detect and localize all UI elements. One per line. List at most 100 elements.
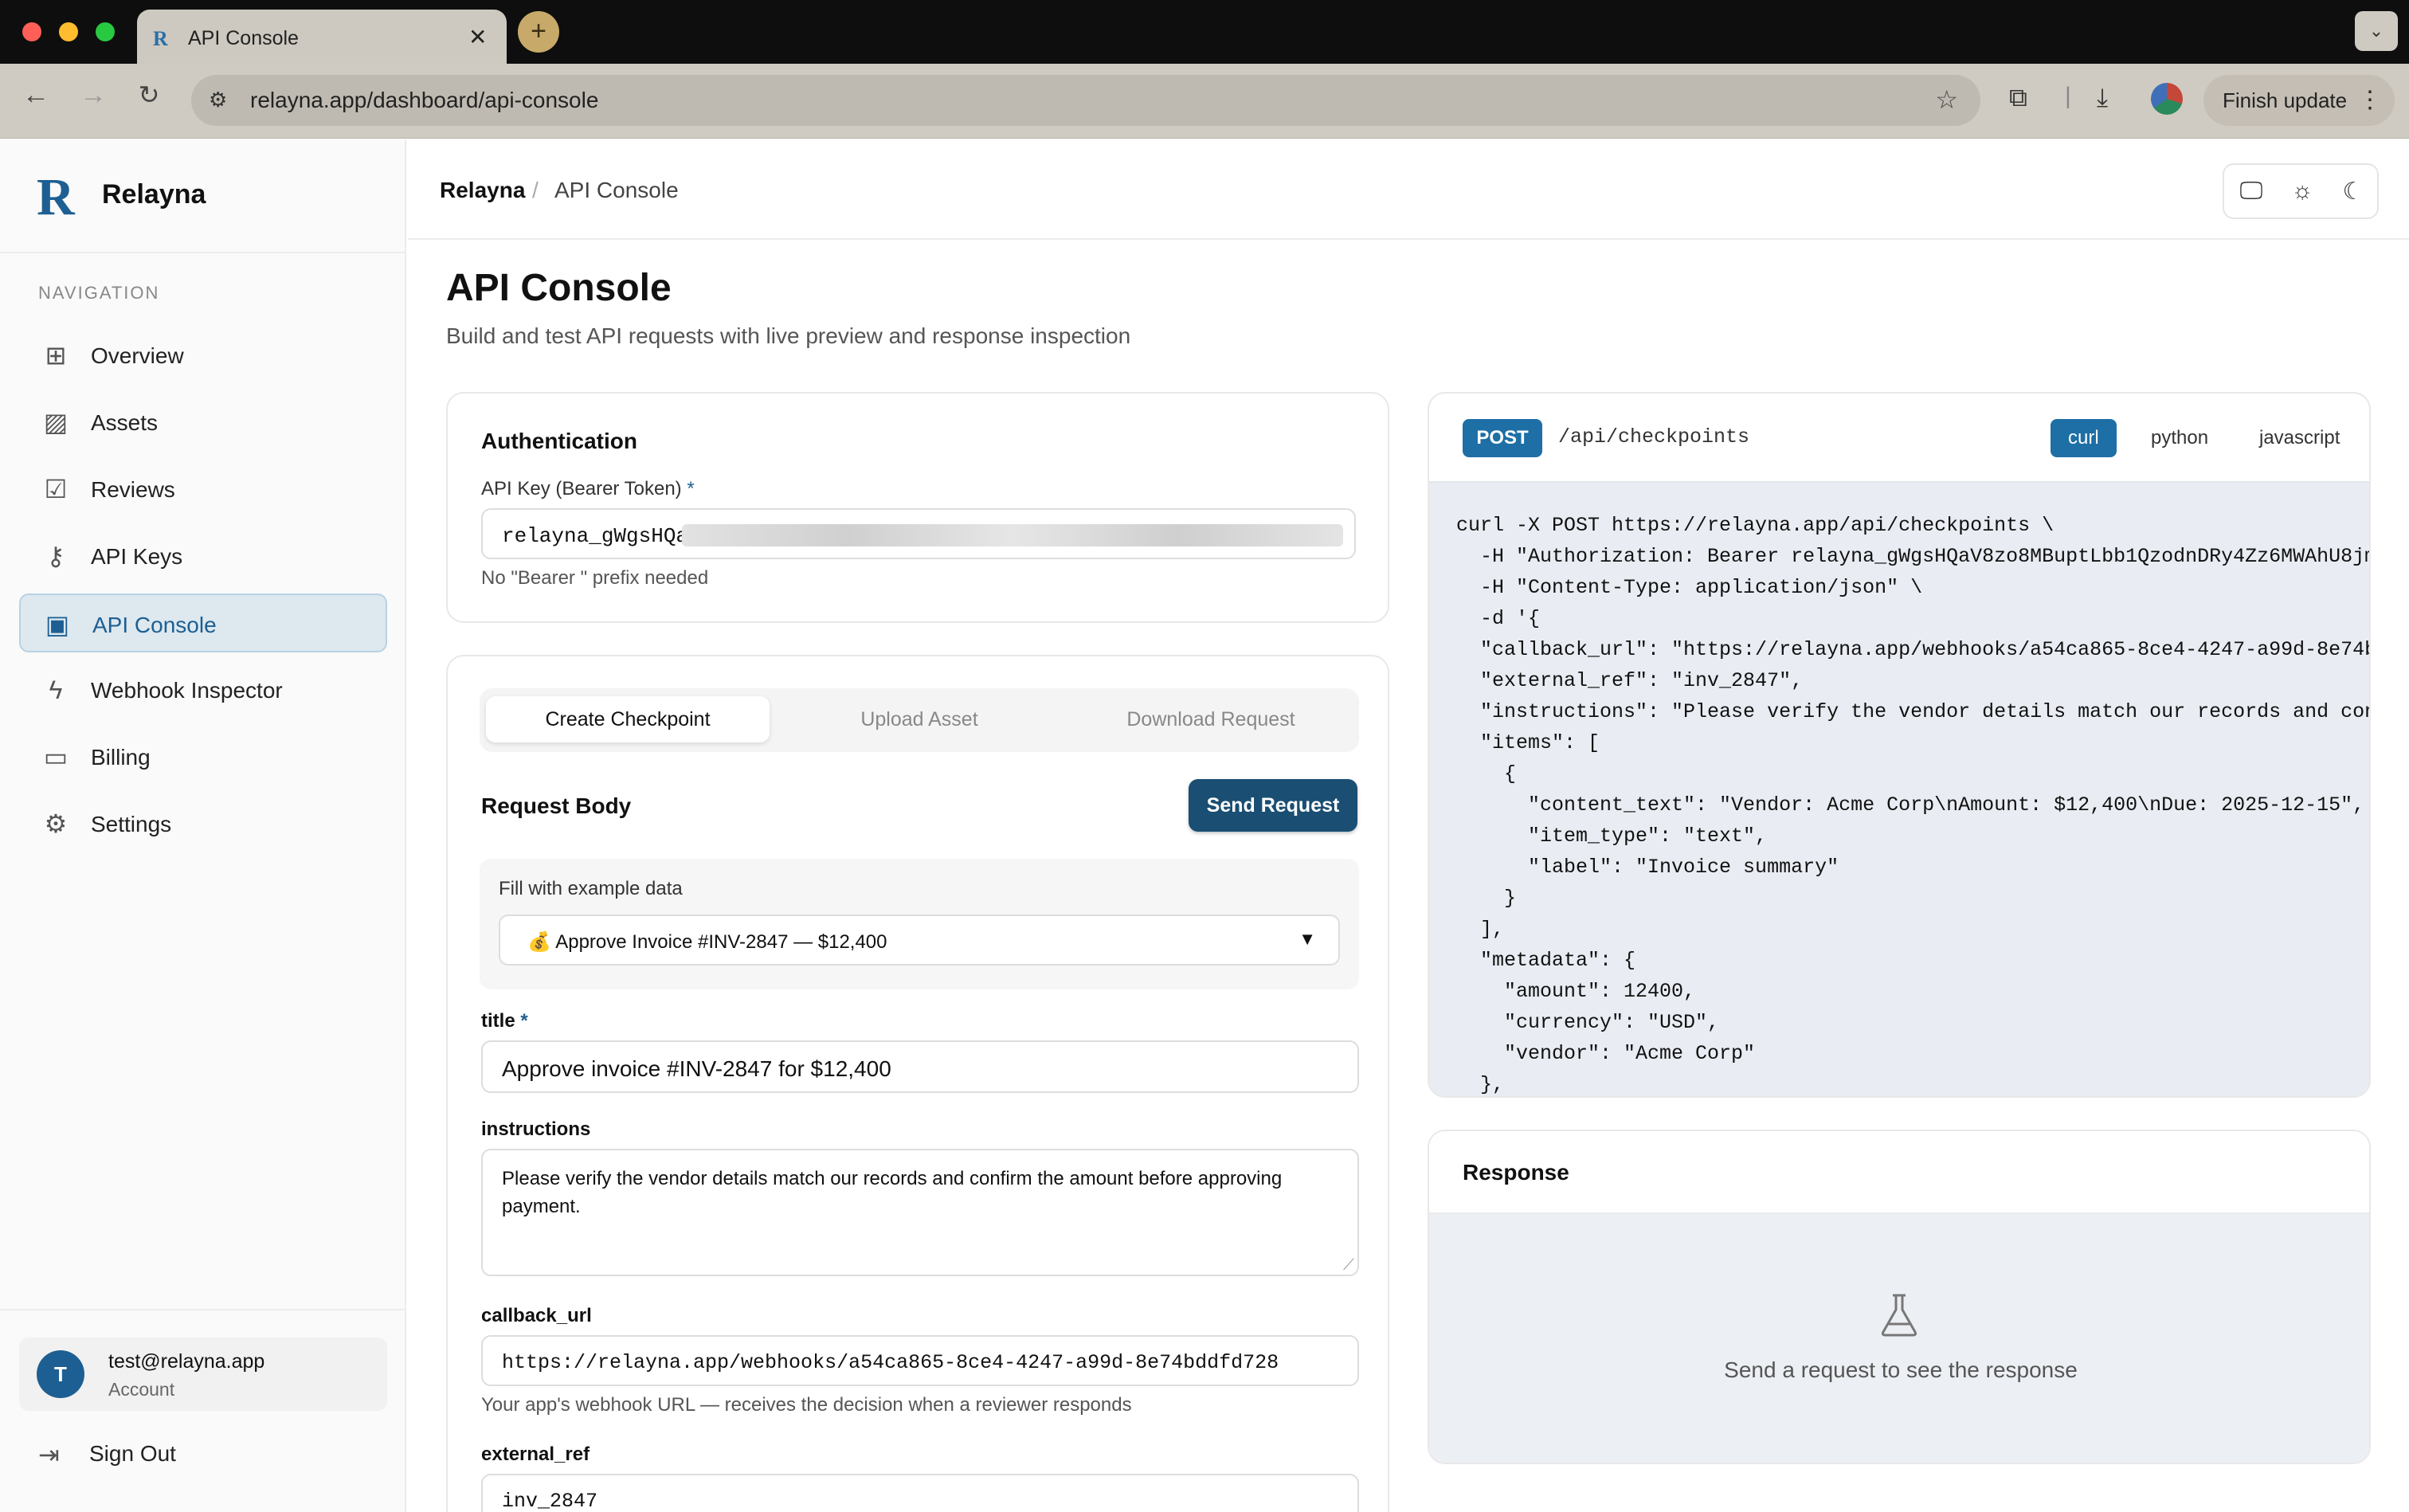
- extensions-icon[interactable]: ⧉: [2009, 83, 2027, 113]
- callback-url-hint: Your app's webhook URL — receives the de…: [481, 1394, 1132, 1416]
- page-header: Relayna / API Console 🖵 ☼ ☾: [408, 139, 2409, 240]
- close-window-button[interactable]: [22, 22, 41, 41]
- flask-icon: [1881, 1294, 1917, 1337]
- sidebar-item-api-console[interactable]: ▣ API Console: [19, 593, 387, 652]
- code-line: {: [1456, 762, 1517, 785]
- breadcrumb-current: API Console: [554, 178, 679, 202]
- monitor-icon[interactable]: 🖵: [2235, 178, 2267, 205]
- sidebar-item-label: Reviews: [91, 477, 175, 502]
- finish-update-button[interactable]: Finish update ⋮: [2203, 75, 2395, 126]
- callback-url-input[interactable]: https://relayna.app/webhooks/a54ca865-8c…: [481, 1335, 1359, 1386]
- code-line: "vendor": "Acme Corp": [1456, 1042, 1756, 1065]
- brand-header: R Relayna: [0, 139, 406, 253]
- avatar: T: [37, 1350, 84, 1398]
- sign-out-button[interactable]: ⇥ Sign Out: [38, 1440, 176, 1470]
- lang-tab-javascript[interactable]: javascript: [2242, 419, 2357, 457]
- close-tab-icon[interactable]: ✕: [468, 24, 487, 50]
- api-key-redacted: [682, 524, 1343, 546]
- sidebar-divider: [0, 1309, 406, 1310]
- lang-tab-python[interactable]: python: [2133, 419, 2226, 457]
- api-key-label: API Key (Bearer Token) *: [481, 478, 695, 500]
- back-icon[interactable]: ←: [16, 80, 56, 111]
- code-line: "label": "Invoice summary": [1456, 856, 1839, 879]
- address-bar[interactable]: ⚙ relayna.app/dashboard/api-console ☆: [191, 75, 1980, 126]
- bookmark-star-icon[interactable]: ☆: [1935, 84, 1958, 115]
- sidebar-item-label: Webhook Inspector: [91, 678, 283, 703]
- breadcrumb-root[interactable]: Relayna: [440, 178, 525, 203]
- code-line: curl -X POST https://relayna.app/api/che…: [1456, 514, 2055, 537]
- code-line: "metadata": {: [1456, 949, 1636, 972]
- profile-avatar[interactable]: [2151, 83, 2183, 115]
- tab-search-chevron-icon[interactable]: ⌄: [2355, 11, 2398, 51]
- code-snippet[interactable]: curl -X POST https://relayna.app/api/che…: [1456, 510, 2371, 1096]
- new-tab-button[interactable]: +: [518, 11, 559, 53]
- code-line: "items": [: [1456, 731, 1600, 754]
- url-text: relayna.app/dashboard/api-console: [250, 88, 599, 112]
- title-input[interactable]: Approve invoice #INV-2847 for $12,400: [481, 1040, 1359, 1093]
- forward-icon[interactable]: →: [73, 80, 113, 111]
- code-line: "currency": "USD",: [1456, 1011, 1720, 1034]
- relayna-logo-icon[interactable]: R: [37, 171, 75, 224]
- response-body: Send a request to see the response: [1429, 1214, 2369, 1463]
- grid-icon: ⊞: [45, 341, 67, 370]
- request-card: Create Checkpoint Upload Asset Download …: [446, 655, 1389, 1512]
- account-label: Account: [108, 1379, 175, 1400]
- example-data-select[interactable]: 💰 Approve Invoice #INV-2847 — $12,400 ▼: [499, 915, 1340, 966]
- tab-create-checkpoint[interactable]: Create Checkpoint: [486, 696, 770, 742]
- sidebar-item-assets[interactable]: ▨ Assets: [19, 393, 387, 452]
- response-empty-text: Send a request to see the response: [1724, 1357, 2078, 1382]
- code-line: },: [1456, 1073, 1505, 1096]
- api-key-input[interactable]: relayna_gWgsHQaV: [481, 508, 1356, 559]
- response-card: Response Send a request to see the respo…: [1428, 1130, 2371, 1464]
- more-vert-icon[interactable]: ⋮: [2358, 75, 2382, 126]
- sidebar-item-label: Overview: [91, 343, 184, 368]
- example-data-panel: Fill with example data 💰 Approve Invoice…: [480, 859, 1359, 989]
- brand-name: Relayna: [102, 179, 206, 210]
- external-ref-value: inv_2847: [502, 1490, 598, 1512]
- send-request-button[interactable]: Send Request: [1189, 779, 1357, 832]
- code-line: "instructions": "Please verify the vendo…: [1456, 700, 2371, 723]
- sidebar-item-billing[interactable]: ▭ Billing: [19, 727, 387, 786]
- sidebar-item-reviews[interactable]: ☑ Reviews: [19, 460, 387, 519]
- site-info-icon[interactable]: ⚙: [209, 88, 227, 112]
- code-line: "amount": 12400,: [1456, 980, 1696, 1003]
- code-line: "callback_url": "https://relayna.app/web…: [1456, 638, 2371, 661]
- sidebar-item-overview[interactable]: ⊞ Overview: [19, 326, 387, 385]
- sign-out-label: Sign Out: [89, 1441, 176, 1466]
- lang-tab-curl[interactable]: curl: [2051, 419, 2117, 457]
- maximize-window-button[interactable]: [96, 22, 115, 41]
- tab-upload-asset[interactable]: Upload Asset: [778, 696, 1061, 742]
- sun-icon[interactable]: ☼: [2286, 178, 2318, 205]
- sidebar-item-webhook-inspector[interactable]: ϟ Webhook Inspector: [19, 660, 387, 719]
- instructions-textarea[interactable]: Please verify the vendor details match o…: [481, 1149, 1359, 1276]
- callback-url-label: callback_url: [481, 1305, 592, 1326]
- code-line: "item_type": "text",: [1456, 825, 1768, 848]
- example-data-label: Fill with example data: [499, 878, 683, 899]
- response-heading: Response: [1463, 1160, 1569, 1185]
- endpoint-path: /api/checkpoints: [1558, 425, 1750, 449]
- chevron-down-icon: ▼: [1299, 929, 1316, 949]
- browser-tab[interactable]: R API Console ✕: [137, 10, 507, 64]
- resize-handle-icon[interactable]: ⟋: [1343, 1256, 1354, 1275]
- page-subtitle: Build and test API requests with live pr…: [446, 323, 1131, 348]
- sidebar-item-settings[interactable]: ⚙ Settings: [19, 794, 387, 853]
- code-line: ],: [1456, 918, 1505, 941]
- endpoint-tabs: Create Checkpoint Upload Asset Download …: [480, 688, 1359, 752]
- image-icon: ▨: [43, 408, 69, 437]
- tab-download-request[interactable]: Download Request: [1069, 696, 1353, 742]
- api-key-label-text: API Key (Bearer Token): [481, 478, 682, 499]
- sign-out-icon: ⇥: [38, 1440, 60, 1469]
- title-value: Approve invoice #INV-2847 for $12,400: [502, 1056, 891, 1081]
- credit-card-icon: ▭: [43, 742, 69, 771]
- minimize-window-button[interactable]: [59, 22, 78, 41]
- reload-icon[interactable]: ↻: [129, 80, 169, 110]
- moon-icon[interactable]: ☾: [2337, 178, 2369, 206]
- title-label-text: title: [481, 1010, 515, 1032]
- code-line: -d '{: [1456, 607, 1541, 630]
- code-line: -H "Authorization: Bearer relayna_gWgsHQ…: [1456, 545, 2371, 568]
- external-ref-input[interactable]: inv_2847: [481, 1474, 1359, 1512]
- favicon-icon: R: [153, 27, 168, 50]
- download-icon[interactable]: ⤓: [2097, 83, 2108, 113]
- sidebar-item-api-keys[interactable]: ⚷ API Keys: [19, 527, 387, 586]
- account-card[interactable]: T test@relayna.app Account: [19, 1338, 387, 1411]
